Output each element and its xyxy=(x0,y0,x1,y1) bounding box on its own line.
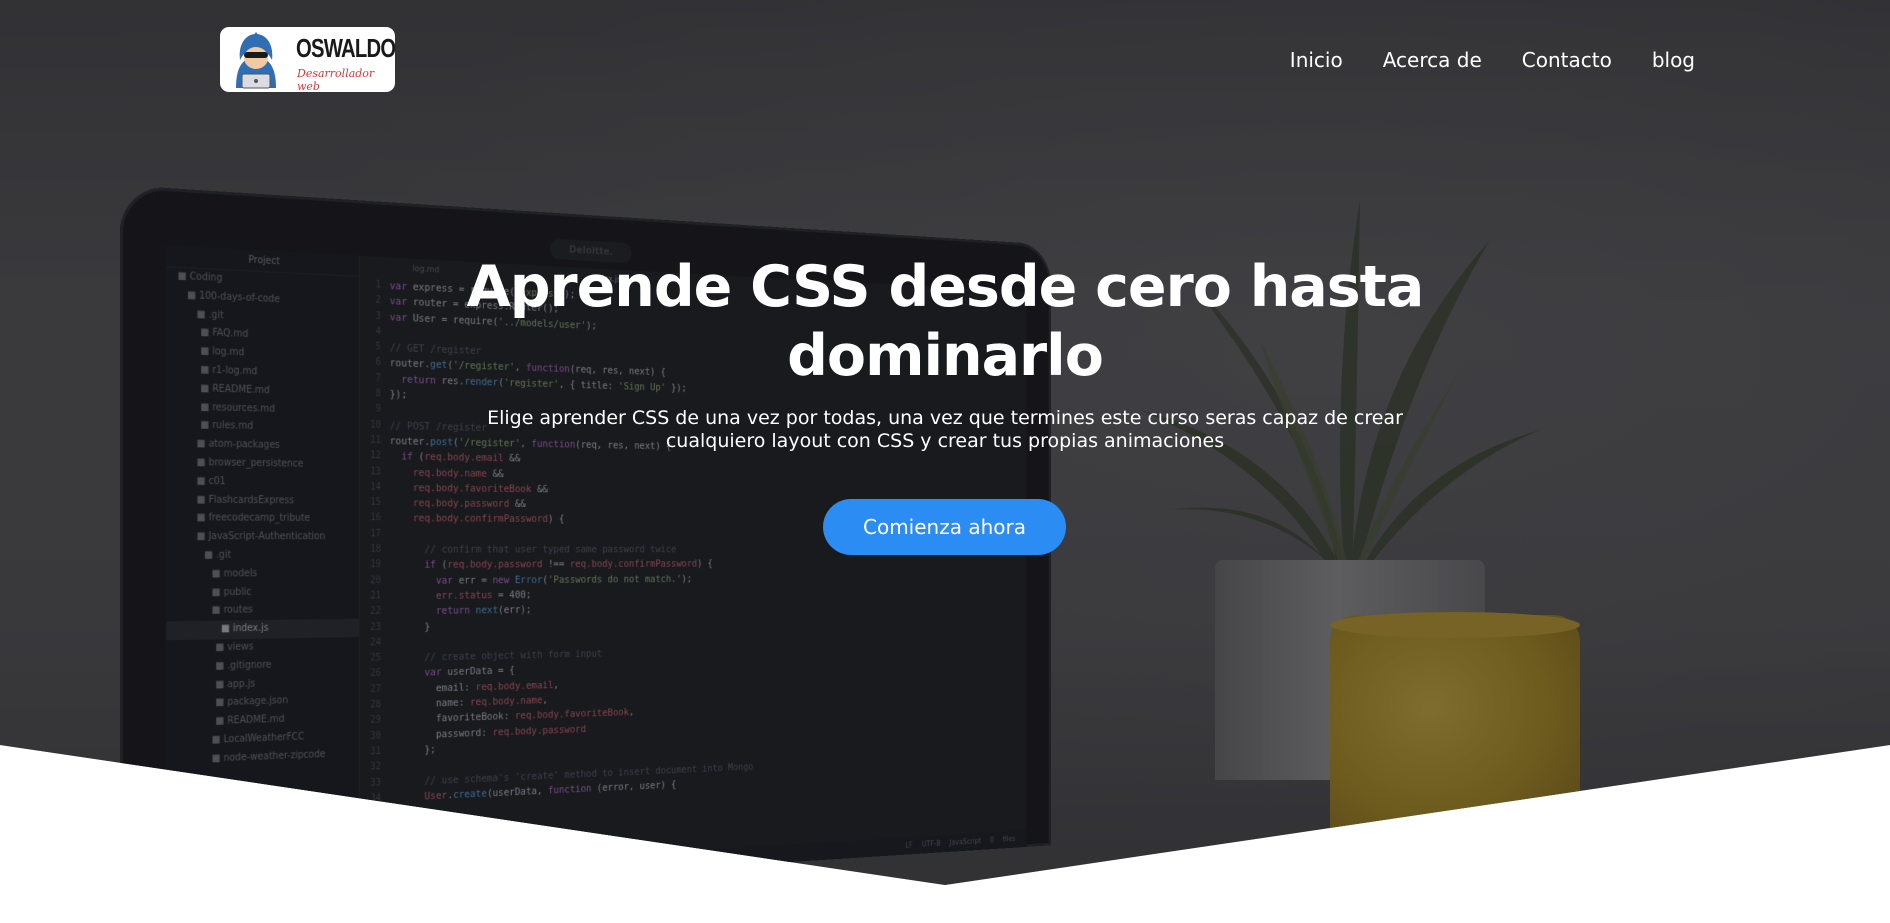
nav-item-contacto[interactable]: Contacto xyxy=(1522,48,1612,72)
main-nav: Inicio Acerca de Contacto blog xyxy=(1290,48,1695,72)
nav-item-acerca-de[interactable]: Acerca de xyxy=(1383,48,1482,72)
hero-title: Aprende CSS desde cero hasta dominarlo xyxy=(466,254,1425,389)
start-now-button[interactable]: Comienza ahora xyxy=(823,499,1066,555)
hacker-avatar-icon xyxy=(236,32,276,89)
brand-name: OSWALDO xyxy=(296,33,396,63)
nav-item-blog[interactable]: blog xyxy=(1652,48,1695,72)
brand-subtitle: Desarrollador web xyxy=(297,67,375,93)
brand-logo[interactable]: OSWALDO Desarrollador web xyxy=(220,27,396,93)
hero-subtitle: Elige aprender CSS de una vez por todas,… xyxy=(487,407,1403,452)
nav-item-inicio[interactable]: Inicio xyxy=(1290,48,1343,72)
